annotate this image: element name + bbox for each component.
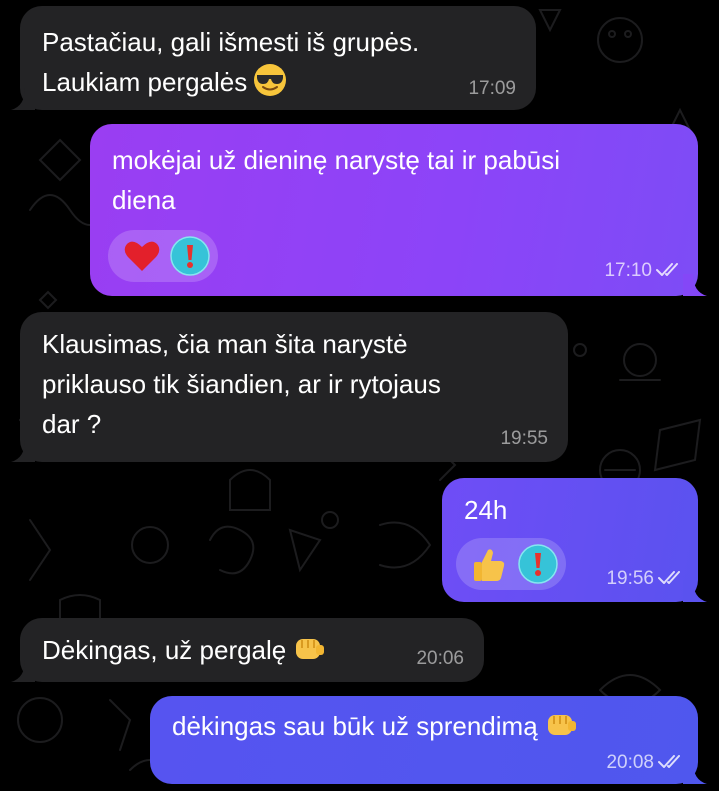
message-text: Pastačiau, gali išmesti iš grupės. Lauki… <box>42 22 419 102</box>
bubble-tail <box>11 88 35 110</box>
message-line-text: dėkingas sau būk už sprendimą <box>172 711 538 741</box>
message-timestamp: 17:09 <box>468 78 516 99</box>
bubble-tail <box>683 762 707 784</box>
message-line: 24h <box>464 495 508 525</box>
message-line: priklauso tik šiandien, ar ir rytojaus <box>42 369 441 399</box>
message-timestamp: 17:10 <box>604 260 652 281</box>
bubble-tail <box>11 660 35 682</box>
bubble-tail <box>11 440 35 462</box>
thumbs-up-icon[interactable] <box>470 544 510 584</box>
message-line: Klausimas, čia man šita narystė <box>42 329 408 359</box>
bubble-tail <box>683 274 707 296</box>
message-outgoing[interactable]: dėkingas sau būk už sprendimą 20:08 <box>150 696 707 784</box>
smiling-face-with-sunglasses-icon <box>254 64 287 96</box>
message-timestamp-row: 20:08 <box>606 752 684 774</box>
message-timestamp-row: 19:56 <box>606 568 684 590</box>
oncoming-fist-icon <box>547 715 576 735</box>
message-line: diena <box>112 185 176 215</box>
reactions-bar[interactable] <box>108 230 218 282</box>
message-text: mokėjai už dieninę narystę tai ir pabūsi… <box>112 140 560 220</box>
message-text: dėkingas sau būk už sprendimą <box>172 706 578 746</box>
bubble-tail <box>683 580 707 602</box>
exclamation-mark-icon[interactable] <box>518 544 558 584</box>
message-line: Dėkingas, už pergalę <box>42 630 326 670</box>
message-timestamp: 19:55 <box>500 428 548 449</box>
oncoming-fist-icon <box>296 639 325 659</box>
read-double-check-icon <box>656 263 678 276</box>
message-text: Dėkingas, už pergalę <box>42 630 326 670</box>
reactions-bar[interactable] <box>456 538 566 590</box>
message-timestamp: 20:06 <box>416 648 464 669</box>
message-timestamp: 19:56 <box>606 568 654 589</box>
message-incoming[interactable]: Dėkingas, už pergalę 20:06 <box>11 618 484 682</box>
message-line-text: Dėkingas, už pergalę <box>42 635 287 665</box>
message-line: dar ? <box>42 409 102 439</box>
message-incoming[interactable]: Klausimas, čia man šita narystė priklaus… <box>11 312 568 462</box>
message-text: 24h <box>464 490 507 530</box>
exclamation-mark-icon[interactable] <box>170 236 210 276</box>
message-line: Laukiam pergalės <box>42 62 419 102</box>
message-line: Pastačiau, gali išmesti iš grupės. <box>42 27 420 57</box>
message-timestamp: 20:08 <box>606 752 654 773</box>
message-line: dėkingas sau būk už sprendimą <box>172 706 578 746</box>
read-double-check-icon <box>658 755 680 768</box>
message-text: Klausimas, čia man šita narystė priklaus… <box>42 324 441 444</box>
message-outgoing[interactable]: mokėjai už dieninę narystę tai ir pabūsi… <box>90 124 707 296</box>
message-line-text: Laukiam pergalės <box>42 67 248 97</box>
message-line: mokėjai už dieninę narystę tai ir pabūsi <box>112 145 561 175</box>
message-outgoing[interactable]: 24h 19:56 <box>442 478 707 602</box>
message-timestamp-row: 17:10 <box>604 260 682 282</box>
message-incoming[interactable]: Pastačiau, gali išmesti iš grupės. Lauki… <box>11 6 536 110</box>
read-double-check-icon <box>658 571 680 584</box>
red-heart-icon[interactable] <box>122 236 162 276</box>
